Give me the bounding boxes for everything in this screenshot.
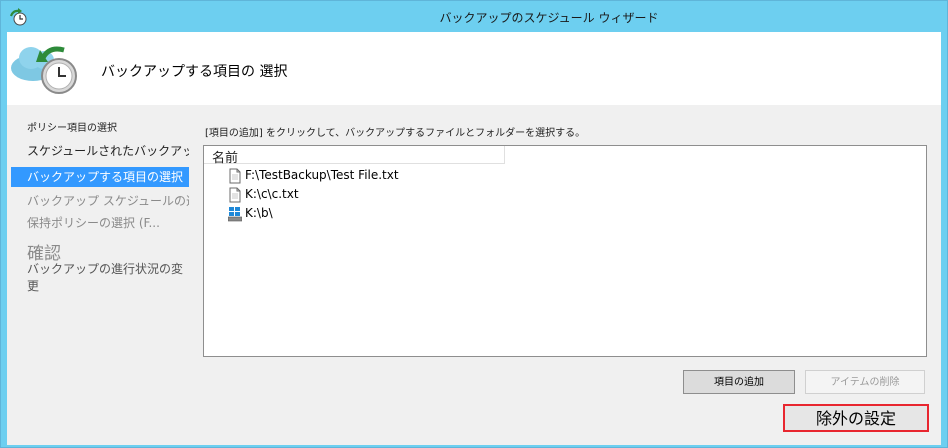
- list-item-label: K:\c\c.txt: [245, 187, 299, 201]
- instruction-text: [項目の追加] をクリックして、バックアップするファイルとフォルダーを選択する。: [205, 128, 586, 139]
- backup-items-list[interactable]: 名前 F:\TestBackup\Test File.txt K:\c\c.tx…: [203, 145, 927, 357]
- step-select-schedule[interactable]: バックアップ スケジュールの選択 ...: [11, 191, 189, 211]
- exclusion-settings-button[interactable]: 除外の設定: [783, 404, 929, 432]
- step-select-items[interactable]: バックアップする項目の選択: [11, 167, 189, 187]
- drive-icon: [228, 206, 242, 221]
- wizard-content: ポリシー項目の選択 スケジュールされたバックアップを... バックアップする項目…: [7, 105, 941, 445]
- column-header-label: 名前: [212, 151, 239, 166]
- add-items-button[interactable]: 項目の追加: [683, 370, 795, 394]
- list-item-label: K:\b\: [245, 206, 273, 220]
- cloud-backup-clock-icon: [11, 46, 77, 94]
- wizard-main-panel: [項目の追加] をクリックして、バックアップするファイルとフォルダーを選択する。…: [203, 105, 941, 445]
- list-item[interactable]: F:\TestBackup\Test File.txt: [228, 166, 399, 184]
- wizard-header: バックアップする項目の 選択: [7, 32, 941, 105]
- file-icon: [229, 168, 241, 183]
- column-header-name[interactable]: 名前: [204, 146, 505, 166]
- list-item-label: F:\TestBackup\Test File.txt: [245, 168, 399, 182]
- step-scheduled-backup[interactable]: スケジュールされたバックアップを...: [11, 141, 189, 161]
- wizard-window: バックアップのスケジュール ウィザード バックアップする項目の 選択 ポリシー項…: [0, 0, 948, 448]
- file-icon: [229, 187, 241, 202]
- page-heading: バックアップする項目の 選択: [101, 64, 288, 80]
- step-select-retention[interactable]: 保持ポリシーの選択 (F...: [11, 213, 189, 233]
- step-progress: バックアップの進行状況の変更: [27, 262, 184, 293]
- window-title: バックアップのスケジュール ウィザード: [439, 11, 659, 25]
- step-policy-items: ポリシー項目の選択: [27, 123, 117, 134]
- wizard-steps-sidebar: ポリシー項目の選択 スケジュールされたバックアップを... バックアップする項目…: [7, 105, 189, 445]
- remove-item-button[interactable]: アイテムの削除: [805, 370, 925, 394]
- list-item[interactable]: K:\c\c.txt: [228, 185, 299, 203]
- title-bar: バックアップのスケジュール ウィザード: [1, 1, 947, 32]
- list-item[interactable]: K:\b\: [228, 204, 273, 222]
